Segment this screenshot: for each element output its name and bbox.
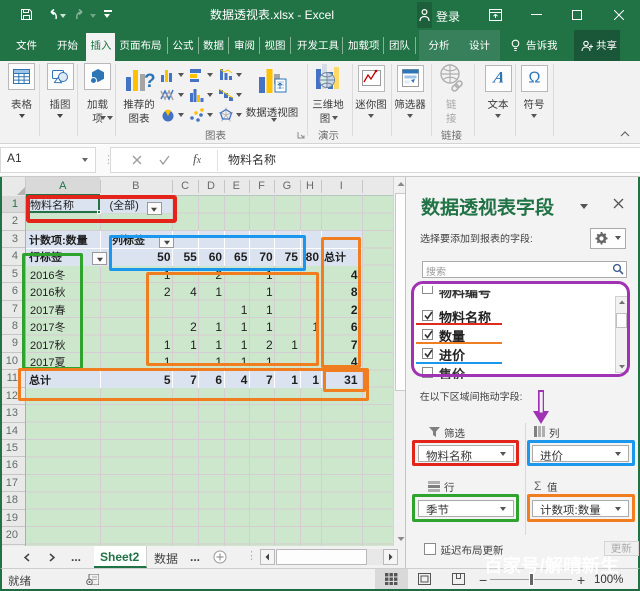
- svg-text:?: ?: [144, 71, 156, 92]
